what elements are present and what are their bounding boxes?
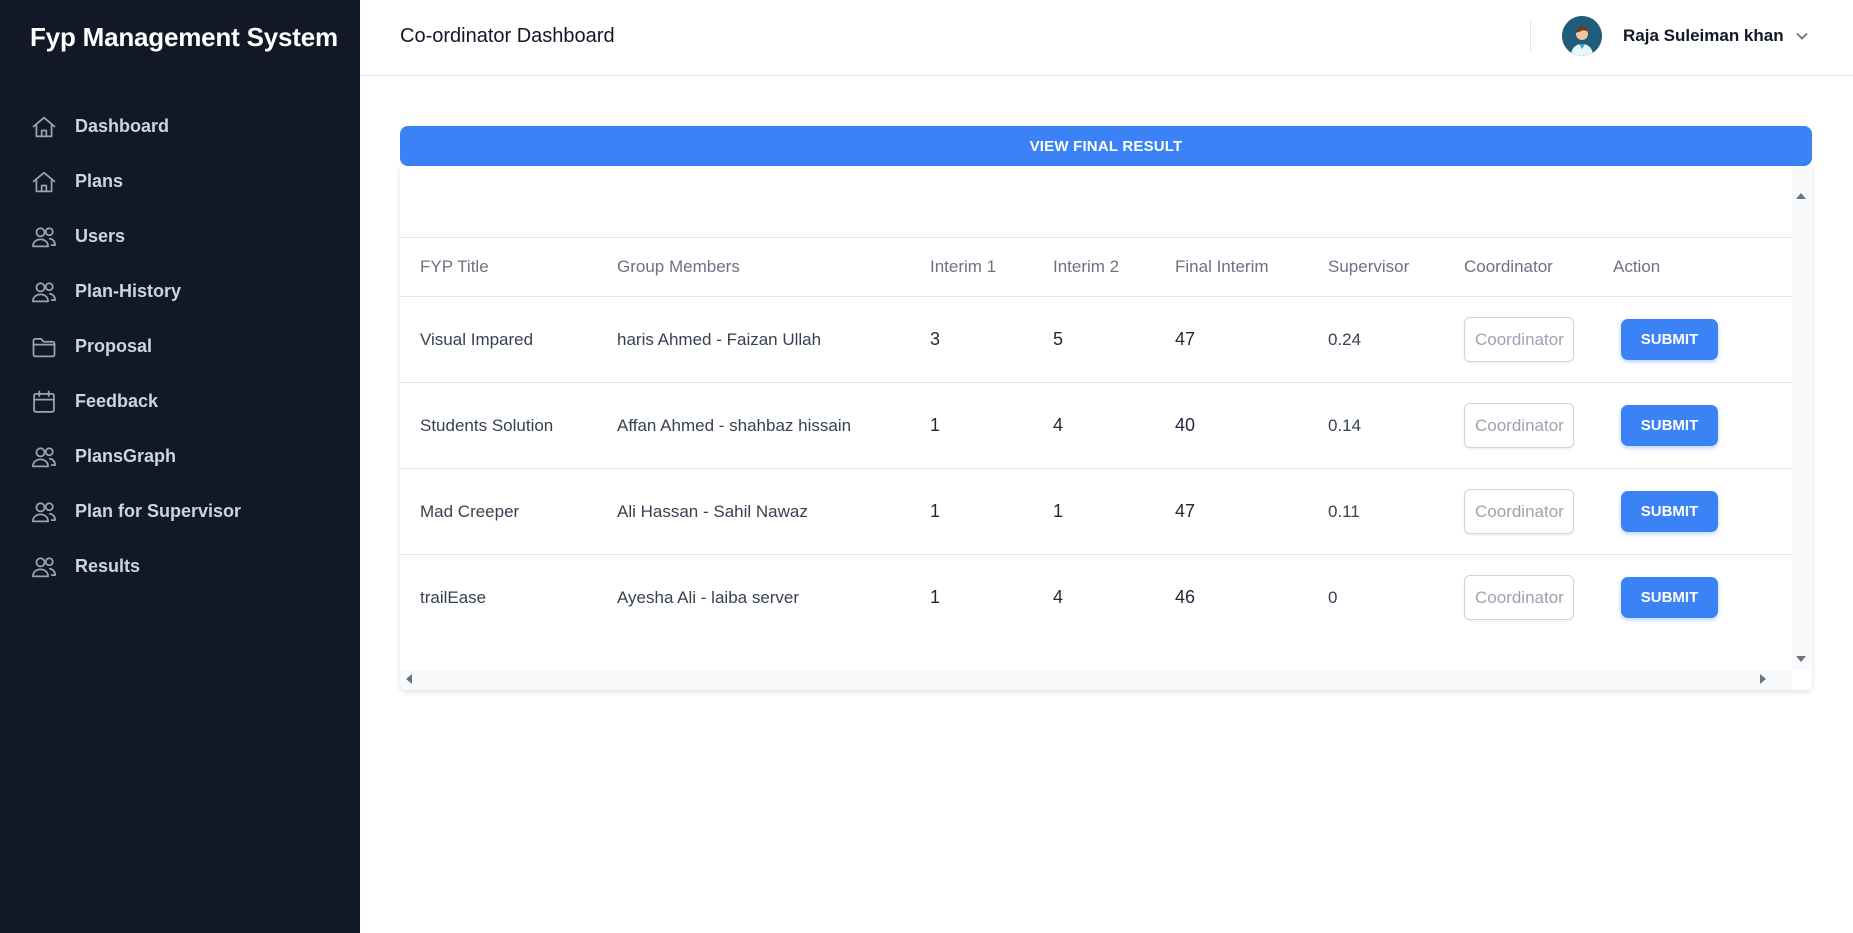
- table-row: Mad Creeper Ali Hassan - Sahil Nawaz 1 1…: [400, 469, 1792, 555]
- sidebar-item-label: Plan-History: [75, 281, 182, 301]
- chevron-down-icon[interactable]: [1792, 26, 1812, 46]
- supervisor-cell: 0.24: [1328, 329, 1362, 349]
- scroll-left-arrow-icon[interactable]: [406, 674, 412, 684]
- sidebar-item-plansgraph[interactable]: PlansGraph: [0, 429, 360, 484]
- interim-2-cell: 4: [1053, 415, 1064, 435]
- table-header-row: FYP Title Group Members Interim 1 Interi…: [400, 237, 1792, 297]
- scroll-down-arrow-icon[interactable]: [1796, 656, 1806, 662]
- users-icon: [30, 278, 58, 306]
- column-header-final-interim: Final Interim: [1175, 257, 1269, 276]
- coordinator-cell: [1444, 469, 1593, 555]
- action-cell: SUBMIT: [1593, 297, 1792, 383]
- column-header-supervisor: Supervisor: [1328, 257, 1410, 276]
- results-table: FYP Title Group Members Interim 1 Interi…: [400, 237, 1792, 641]
- supervisor-cell: 0.11: [1328, 501, 1360, 521]
- sidebar-item-label: Dashboard: [75, 116, 170, 136]
- submit-button[interactable]: SUBMIT: [1621, 577, 1718, 619]
- sidebar-item-results[interactable]: Results: [0, 539, 360, 594]
- brand-title: Fyp Management System: [30, 22, 338, 52]
- final-interim-cell: 47: [1175, 501, 1196, 521]
- sidebar-item-plan-for-supervisor[interactable]: Plan for Supervisor: [0, 484, 360, 539]
- submit-button[interactable]: SUBMIT: [1621, 319, 1718, 360]
- sidebar-item-plans[interactable]: Plans: [0, 154, 360, 209]
- sidebar-item-proposal[interactable]: Proposal: [0, 319, 360, 374]
- page-title: Co-ordinator Dashboard: [400, 25, 615, 47]
- column-header-coordinator: Coordinator: [1464, 257, 1553, 276]
- supervisor-cell: 0.14: [1328, 415, 1362, 435]
- coordinator-input[interactable]: [1464, 489, 1574, 534]
- interim-2-cell: 4: [1053, 587, 1064, 608]
- table-scroll-area: FYP Title Group Members Interim 1 Interi…: [400, 166, 1792, 670]
- sidebar-item-label: Results: [75, 556, 141, 576]
- calendar-icon: [30, 388, 58, 416]
- user-name[interactable]: Raja Suleiman khan: [1623, 26, 1784, 46]
- coordinator-cell: [1444, 383, 1593, 469]
- header-divider: [1530, 20, 1531, 52]
- fyp-title-cell: Mad Creeper: [420, 501, 520, 521]
- column-header-interim-1: Interim 1: [930, 257, 997, 276]
- sidebar-item-label: Plans: [75, 171, 124, 191]
- column-header-group-members: Group Members: [617, 257, 740, 276]
- sidebar-item-dashboard[interactable]: Dashboard: [0, 99, 360, 154]
- submit-button[interactable]: SUBMIT: [1621, 405, 1718, 446]
- fyp-title-cell: Visual Impared: [420, 329, 534, 349]
- user-avatar-icon[interactable]: [1562, 16, 1602, 56]
- action-cell: SUBMIT: [1593, 383, 1792, 469]
- sidebar-item-label: Plan for Supervisor: [75, 501, 242, 521]
- interim-2-cell: 1: [1053, 501, 1064, 521]
- scroll-up-arrow-icon[interactable]: [1796, 193, 1806, 199]
- final-interim-cell: 46: [1175, 587, 1196, 608]
- users-icon: [30, 443, 58, 471]
- interim-1-cell: 1: [930, 415, 941, 435]
- coordinator-cell: [1444, 555, 1593, 641]
- users-icon: [30, 553, 58, 581]
- column-header-action: Action: [1613, 257, 1661, 276]
- group-members-cell: Ali Hassan - Sahil Nawaz: [617, 501, 808, 521]
- users-icon: [30, 498, 58, 526]
- action-cell: SUBMIT: [1593, 469, 1792, 555]
- fyp-title-cell: trailEase: [420, 587, 487, 607]
- interim-2-cell: 5: [1053, 329, 1064, 349]
- users-icon: [30, 223, 58, 251]
- coordinator-input[interactable]: [1464, 317, 1574, 362]
- coordinator-cell: [1444, 297, 1593, 383]
- fyp-title-cell: Students Solution: [420, 415, 554, 435]
- table-row: Students Solution Affan Ahmed - shahbaz …: [400, 383, 1792, 469]
- top-header: Co-ordinator Dashboard Raja Suleiman kha…: [360, 0, 1853, 76]
- home-icon: [30, 113, 58, 141]
- sidebar: Fyp Management System Dashboard Plans Us…: [0, 0, 360, 933]
- group-members-cell: Affan Ahmed - shahbaz hissain: [617, 415, 852, 435]
- action-cell: SUBMIT: [1593, 555, 1792, 641]
- interim-1-cell: 1: [930, 587, 941, 608]
- final-interim-cell: 47: [1175, 329, 1196, 349]
- sidebar-item-label: PlansGraph: [75, 446, 177, 466]
- sidebar-item-users[interactable]: Users: [0, 209, 360, 264]
- sidebar-item-feedback[interactable]: Feedback: [0, 374, 360, 429]
- table-row: trailEase Ayesha Ali - laiba server 1 4 …: [400, 555, 1792, 641]
- sidebar-item-plan-history[interactable]: Plan-History: [0, 264, 360, 319]
- column-header-fyp-title: FYP Title: [420, 257, 489, 276]
- results-card: FYP Title Group Members Interim 1 Interi…: [400, 166, 1812, 690]
- group-members-cell: haris Ahmed - Faizan Ullah: [617, 329, 822, 349]
- sidebar-item-label: Feedback: [75, 391, 159, 411]
- view-final-result-button[interactable]: VIEW FINAL RESULT: [400, 126, 1812, 166]
- coordinator-input[interactable]: [1464, 575, 1574, 621]
- coordinator-input[interactable]: [1464, 403, 1574, 448]
- final-interim-cell: 40: [1175, 415, 1196, 435]
- horizontal-scrollbar[interactable]: [400, 670, 1792, 690]
- interim-1-cell: 1: [930, 501, 941, 521]
- interim-1-cell: 3: [930, 329, 941, 349]
- home-icon: [30, 168, 58, 196]
- sidebar-item-label: Proposal: [75, 336, 153, 356]
- scroll-right-arrow-icon[interactable]: [1760, 674, 1766, 684]
- table-row: Visual Impared haris Ahmed - Faizan Ulla…: [400, 297, 1792, 383]
- folder-icon: [30, 333, 58, 361]
- group-members-cell: Ayesha Ali - laiba server: [617, 587, 800, 607]
- column-header-interim-2: Interim 2: [1053, 257, 1120, 276]
- submit-button[interactable]: SUBMIT: [1621, 491, 1718, 532]
- sidebar-item-label: Users: [75, 226, 126, 246]
- sidebar-nav: Dashboard Plans Users Plan-History Propo…: [0, 99, 360, 594]
- vertical-scrollbar[interactable]: [1792, 166, 1812, 670]
- supervisor-cell: 0: [1328, 587, 1338, 607]
